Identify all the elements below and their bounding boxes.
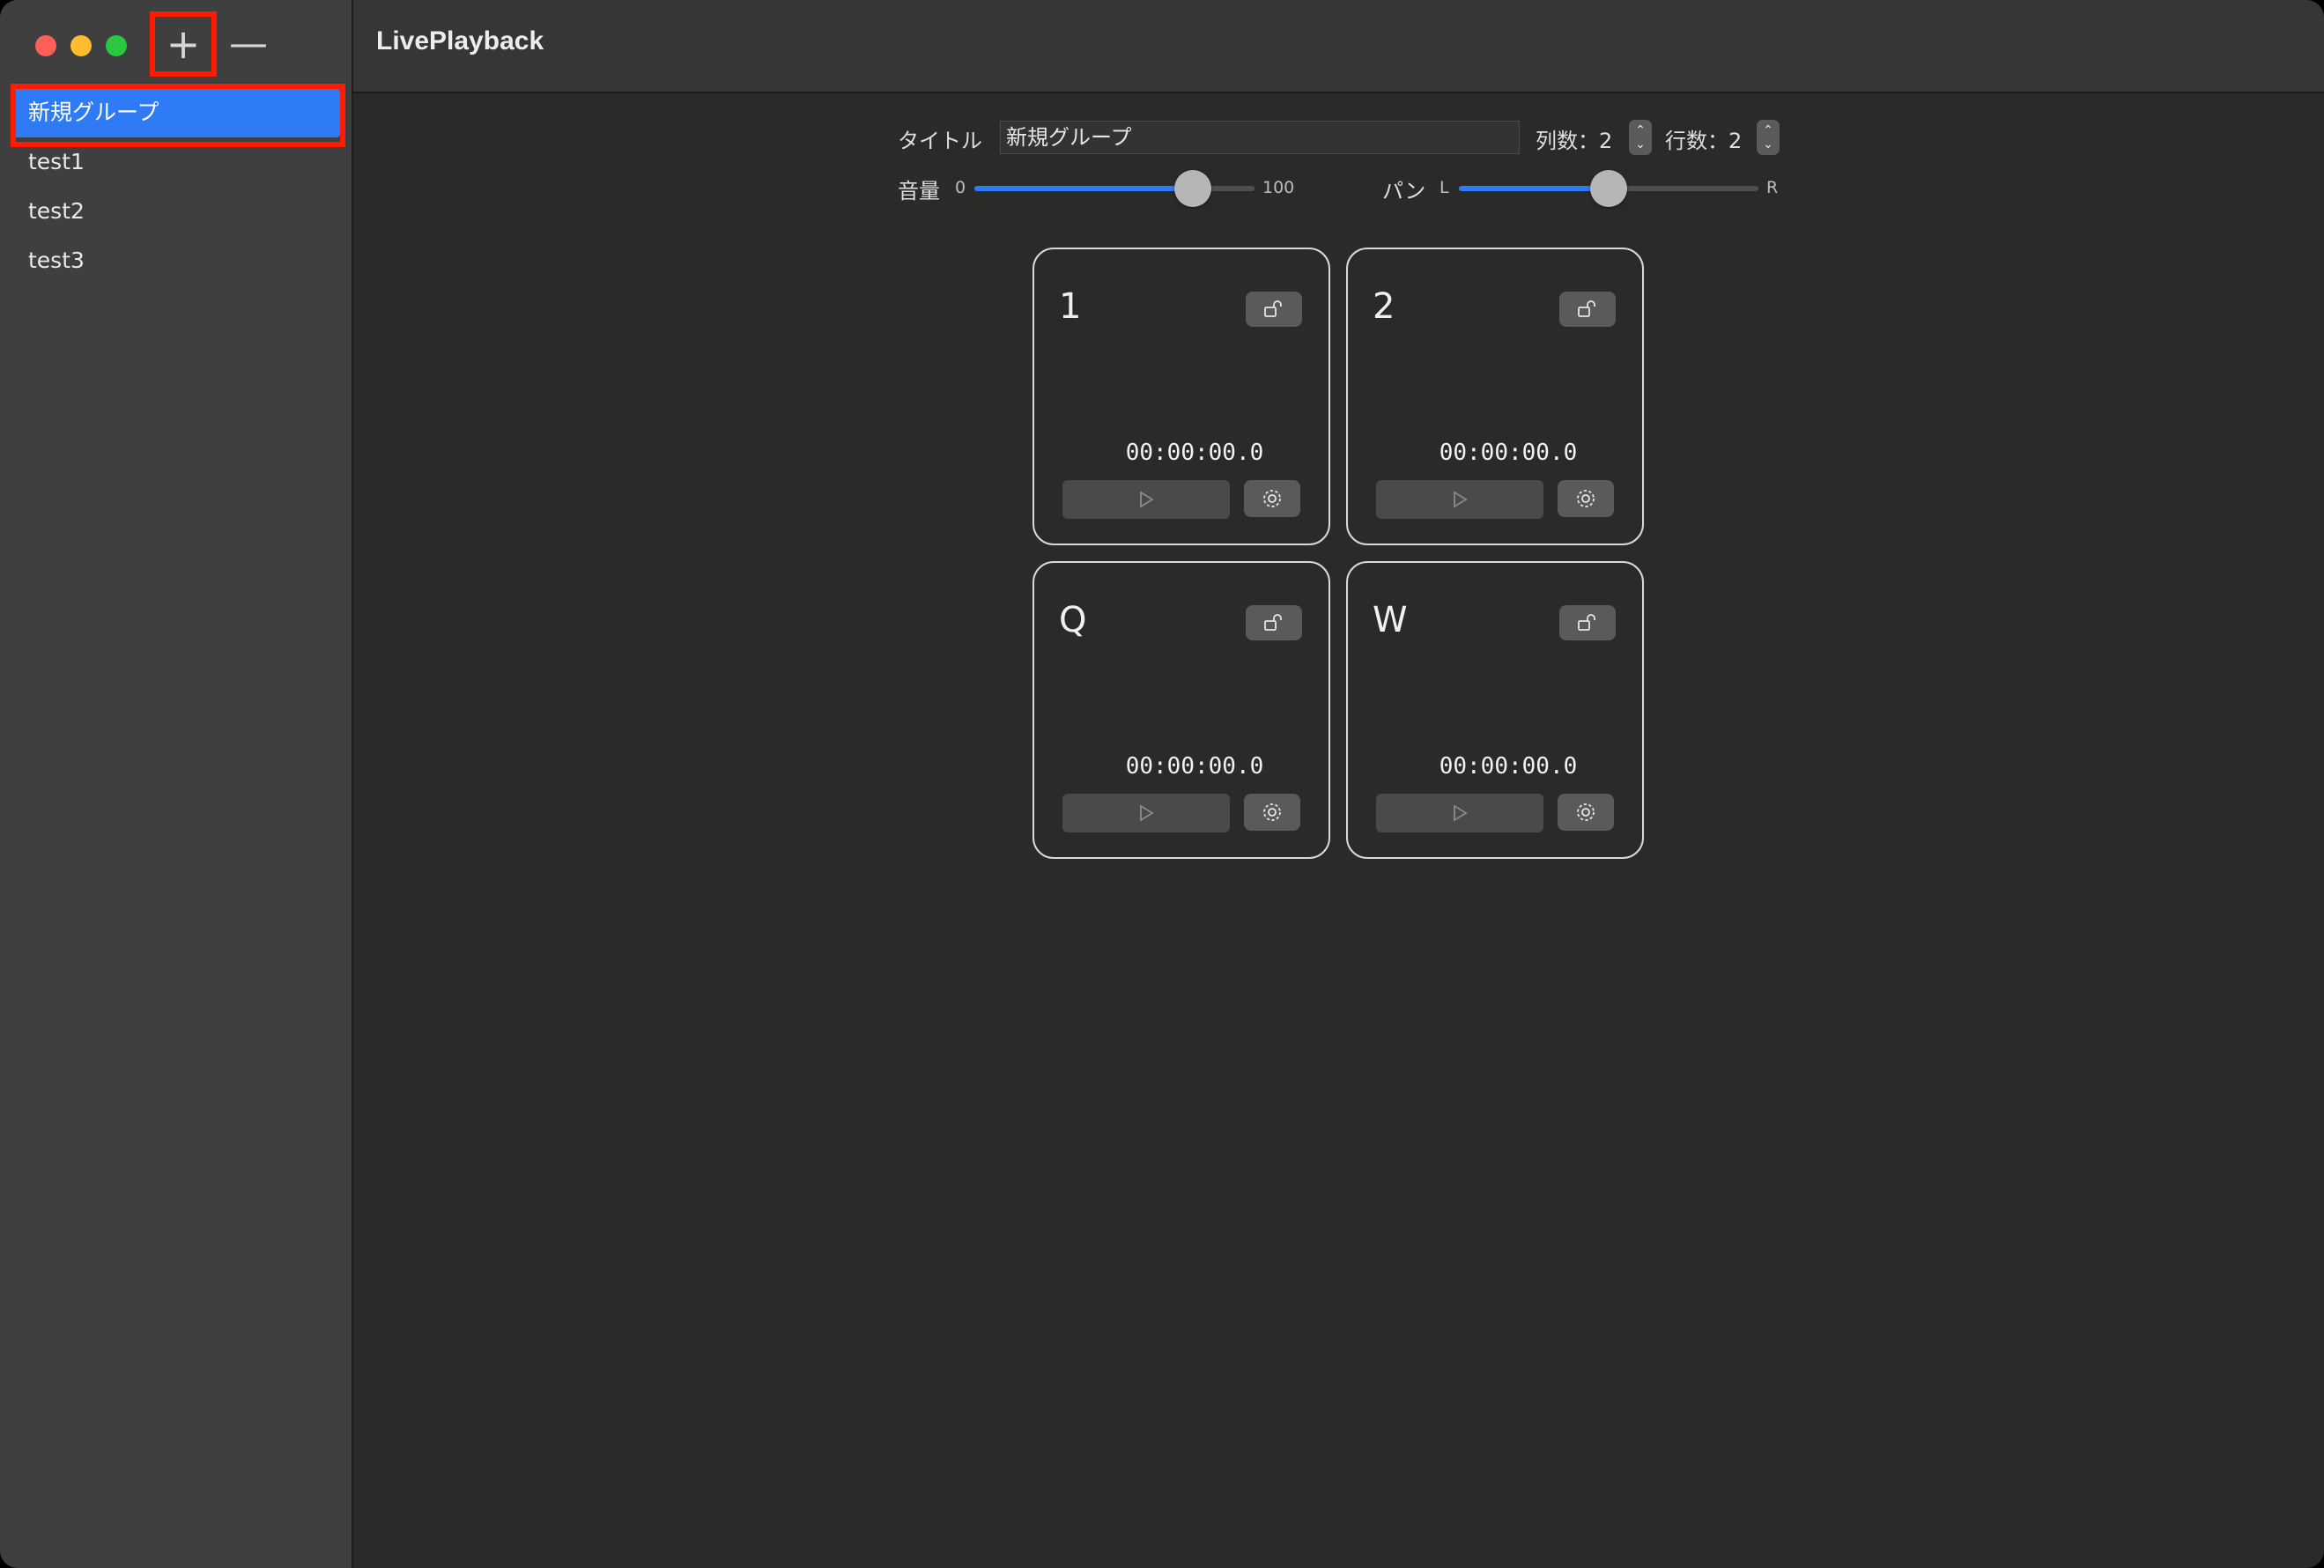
list-item[interactable]: test1: [12, 137, 340, 187]
settings-button[interactable]: [1244, 794, 1300, 831]
unlock-icon: [1264, 614, 1282, 631]
volume-label: 音量: [898, 179, 940, 203]
lock-button[interactable]: [1559, 292, 1616, 327]
volume-max-label: 100: [1262, 178, 1295, 197]
pad[interactable]: Q 00:00:00.0: [1032, 561, 1330, 859]
plus-icon: +: [166, 20, 201, 68]
pad-key: 1: [1059, 286, 1082, 327]
window-title: LivePlayback: [376, 26, 544, 55]
list-item[interactable]: 新規グループ: [12, 88, 340, 137]
pad-key: W: [1373, 600, 1408, 640]
pan-knob[interactable]: [1590, 170, 1627, 207]
minimize-window-button[interactable]: [70, 35, 92, 56]
gear-icon: [1263, 803, 1281, 821]
add-group-button[interactable]: +: [153, 14, 213, 74]
gear-icon: [1263, 490, 1281, 507]
sidebar: + — 新規グループ test1 test2 test3: [0, 0, 353, 1568]
toolbar: LivePlayback: [353, 0, 2324, 93]
play-button[interactable]: [1376, 794, 1543, 832]
lock-button[interactable]: [1559, 605, 1616, 640]
app-window: + — 新規グループ test1 test2 test3 LivePlaybac…: [0, 0, 2324, 1568]
close-window-button[interactable]: [35, 35, 56, 56]
unlock-icon: [1578, 614, 1595, 631]
list-item[interactable]: test2: [12, 187, 340, 236]
pad-time: 00:00:00.0: [1439, 753, 1578, 780]
play-icon: [1454, 804, 1468, 822]
pad-time: 00:00:00.0: [1125, 753, 1264, 780]
title-label: タイトル: [898, 129, 982, 153]
play-button[interactable]: [1062, 480, 1230, 519]
list-item[interactable]: test3: [12, 236, 340, 285]
play-icon: [1140, 804, 1154, 822]
lock-button[interactable]: [1246, 605, 1302, 640]
volume-min-label: 0: [955, 178, 966, 197]
chevron-up-icon: ⌃: [1635, 123, 1646, 137]
pad-key: 2: [1373, 286, 1395, 327]
columns-stepper[interactable]: ⌃ ⌄: [1629, 120, 1652, 155]
zoom-window-button[interactable]: [106, 35, 127, 56]
columns-label: 列数：2: [1536, 129, 1613, 153]
chevron-up-icon: ⌃: [1763, 123, 1773, 137]
settings-button[interactable]: [1558, 480, 1614, 517]
chevron-down-icon: ⌄: [1763, 137, 1773, 152]
lock-button[interactable]: [1246, 292, 1302, 327]
settings-button[interactable]: [1558, 794, 1614, 831]
title-field[interactable]: 新規グループ: [1000, 121, 1520, 154]
pad[interactable]: 1 00:00:00.0: [1032, 248, 1330, 545]
remove-group-button[interactable]: —: [218, 14, 278, 74]
pan-fill: [1459, 186, 1609, 191]
pad-key: Q: [1059, 600, 1087, 640]
rows-stepper[interactable]: ⌃ ⌄: [1757, 120, 1780, 155]
minus-icon: —: [229, 21, 268, 66]
gear-icon: [1577, 803, 1595, 821]
play-icon: [1454, 491, 1468, 508]
group-list: 新規グループ test1 test2 test3: [12, 88, 340, 285]
pan-left-label: L: [1440, 178, 1449, 197]
pad-time: 00:00:00.0: [1125, 440, 1264, 466]
pad[interactable]: 2 00:00:00.0: [1346, 248, 1644, 545]
volume-slider[interactable]: [974, 170, 1255, 207]
pan-label: パン: [1382, 179, 1426, 203]
volume-fill: [974, 186, 1194, 191]
volume-knob[interactable]: [1174, 170, 1212, 207]
pan-right-label: R: [1766, 178, 1779, 197]
play-button[interactable]: [1376, 480, 1543, 519]
unlock-icon: [1578, 300, 1595, 317]
play-button[interactable]: [1062, 794, 1230, 832]
rows-label: 行数：2: [1665, 129, 1743, 153]
pad-time: 00:00:00.0: [1439, 440, 1578, 466]
settings-button[interactable]: [1244, 480, 1300, 517]
play-icon: [1140, 491, 1154, 508]
unlock-icon: [1264, 300, 1282, 317]
pan-slider[interactable]: [1459, 170, 1758, 207]
pad[interactable]: W 00:00:00.0: [1346, 561, 1644, 859]
chevron-down-icon: ⌄: [1635, 137, 1646, 152]
gear-icon: [1577, 490, 1595, 507]
